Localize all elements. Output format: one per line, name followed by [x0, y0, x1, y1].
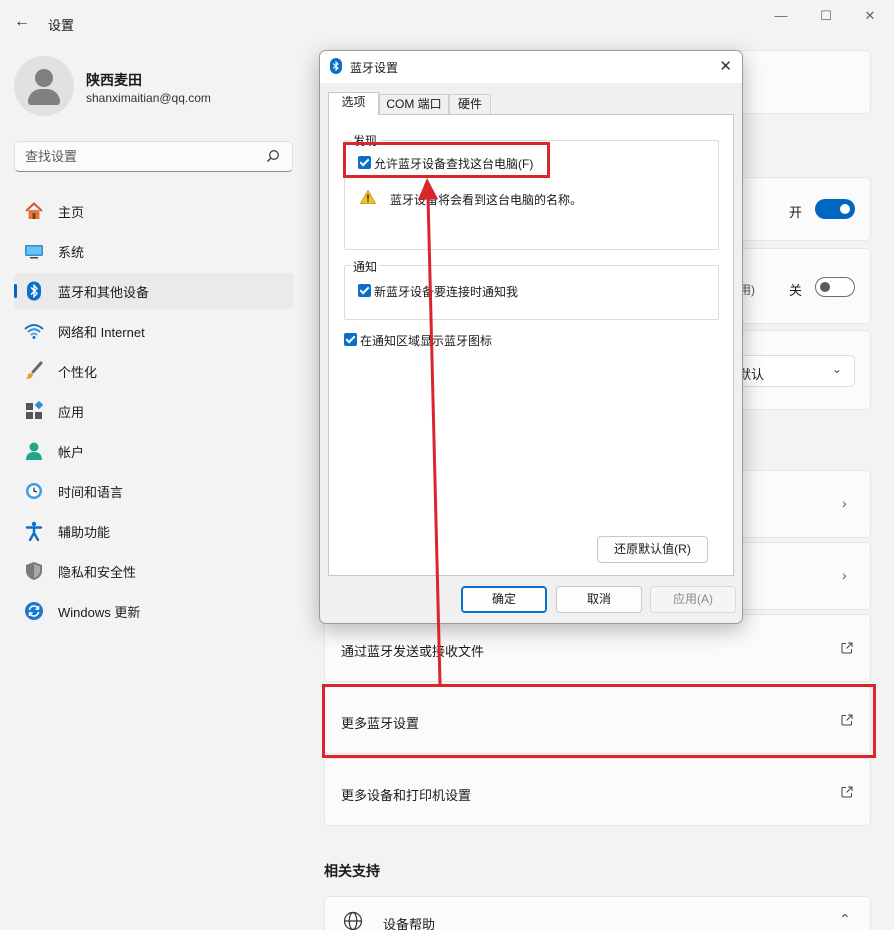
more-devices-printers-row[interactable]: 更多设备和打印机设置 [324, 758, 871, 826]
bluetooth-settings-dialog: 蓝牙设置 ✕ 选项 COM 端口 硬件 发现 允许蓝牙设备查找这台电脑(F) 蓝… [319, 50, 743, 624]
sidebar-item-label: 系统 [58, 244, 85, 260]
related-support-heading: 相关支持 [324, 863, 380, 879]
more-devices-printers-label: 更多设备和打印机设置 [341, 788, 472, 803]
account-icon [26, 442, 42, 460]
sidebar-item-system[interactable]: 系统 [14, 233, 294, 269]
highlight-allow-discovery [343, 142, 550, 178]
show-tray-icon-label[interactable]: 在通知区域显示蓝牙图标 [360, 332, 492, 349]
warning-icon [360, 190, 376, 204]
close-icon[interactable]: ✕ [719, 57, 732, 75]
search-input[interactable] [25, 149, 255, 164]
minimize-icon[interactable]: — [769, 6, 793, 26]
sidebar-item-label: 蓝牙和其他设备 [58, 284, 150, 300]
show-tray-icon-checkbox[interactable] [344, 333, 357, 346]
sidebar-item-apps[interactable]: 应用 [14, 393, 294, 429]
discovery-warning-text: 蓝牙设备将会看到这台电脑的名称。 [390, 193, 583, 207]
sidebar-item-privacy[interactable]: 隐私和安全性 [14, 553, 294, 589]
dialog-title-bar: 蓝牙设置 ✕ [320, 51, 742, 83]
chevron-down-icon: ⌄ [831, 362, 842, 376]
second-toggle-label: 关 [789, 283, 803, 298]
globe-icon [343, 911, 363, 930]
title-bar: ← 设置 — ☐ ✕ [0, 0, 894, 46]
bluetooth-icon [330, 58, 342, 74]
brush-icon [26, 361, 43, 379]
dialog-title: 蓝牙设置 [350, 61, 399, 75]
search-box[interactable] [14, 141, 293, 172]
system-icon [25, 245, 43, 259]
sidebar-item-personalization[interactable]: 个性化 [14, 353, 294, 389]
sidebar-item-label: 网络和 Internet [58, 324, 145, 340]
sidebar-item-network[interactable]: 网络和 Internet [14, 313, 294, 349]
sidebar-item-label: 主页 [58, 204, 85, 220]
external-link-icon [841, 642, 853, 654]
sidebar-item-label: 隐私和安全性 [58, 564, 137, 580]
maximize-icon[interactable]: ☐ [814, 6, 838, 26]
accessibility-icon [25, 521, 43, 541]
sidebar-item-label: 时间和语言 [58, 484, 124, 500]
tab-com-ports[interactable]: COM 端口 [379, 94, 449, 114]
user-email: shanximaitian@qq.com [86, 91, 211, 105]
apps-icon [26, 401, 44, 419]
device-help-label: 设备帮助 [383, 917, 436, 930]
ok-button[interactable]: 确定 [461, 586, 547, 613]
sidebar-item-home[interactable]: 主页 [14, 193, 294, 229]
wifi-icon [24, 324, 44, 339]
sidebar-item-label: 辅助功能 [58, 524, 111, 540]
shield-icon [26, 562, 42, 580]
apply-button[interactable]: 应用(A) [650, 586, 736, 613]
sidebar-item-time-language[interactable]: 时间和语言 [14, 473, 294, 509]
sidebar-item-bluetooth[interactable]: 蓝牙和其他设备 [14, 273, 294, 309]
sidebar-item-windows-update[interactable]: Windows 更新 [14, 593, 294, 629]
chevron-right-icon: › [842, 567, 847, 583]
back-arrow-icon[interactable]: ← [12, 12, 32, 32]
update-icon [25, 602, 43, 620]
notify-new-device-label[interactable]: 新蓝牙设备要连接时通知我 [374, 283, 518, 300]
cancel-button[interactable]: 取消 [556, 586, 642, 613]
chevron-right-icon: › [842, 495, 847, 511]
sidebar-item-accounts[interactable]: 帐户 [14, 433, 294, 469]
options-tab-panel: 发现 允许蓝牙设备查找这台电脑(F) 蓝牙设备将会看到这台电脑的名称。 通知 新… [328, 114, 734, 576]
bluetooth-icon [27, 281, 41, 301]
tab-hardware[interactable]: 硬件 [449, 94, 491, 114]
send-receive-files-row[interactable]: 通过蓝牙发送或接收文件 [324, 614, 871, 682]
sidebar-item-label: 应用 [58, 404, 85, 420]
sidebar-item-label: Windows 更新 [58, 604, 141, 620]
external-link-icon [841, 786, 853, 798]
second-toggle[interactable] [815, 277, 855, 297]
device-help-row[interactable]: 设备帮助 ⌃ [324, 896, 871, 930]
sidebar-nav: 主页 系统 蓝牙和其他设备 网络和 Internet 个性化 应用 帐户 时间和… [14, 193, 294, 633]
close-icon[interactable]: ✕ [858, 6, 882, 26]
chevron-up-icon[interactable]: ⌃ [839, 911, 851, 928]
bluetooth-toggle-label: 开 [789, 205, 803, 220]
tab-options[interactable]: 选项 [328, 92, 379, 115]
search-icon[interactable] [266, 149, 280, 163]
home-icon [25, 202, 43, 219]
avatar[interactable] [14, 56, 74, 116]
restore-defaults-button[interactable]: 还原默认值(R) [597, 536, 708, 563]
user-name: 陕西麦田 [86, 72, 142, 88]
highlight-more-bluetooth [322, 684, 876, 758]
send-receive-files-label: 通过蓝牙发送或接收文件 [341, 644, 485, 659]
sidebar-item-label: 帐户 [58, 444, 85, 460]
notification-group-label: 通知 [351, 258, 380, 275]
app-title: 设置 [48, 18, 75, 33]
sidebar-item-accessibility[interactable]: 辅助功能 [14, 513, 294, 549]
clock-globe-icon [26, 483, 42, 499]
notify-new-device-checkbox[interactable] [358, 284, 371, 297]
sidebar-item-label: 个性化 [58, 364, 98, 380]
bluetooth-toggle[interactable] [815, 199, 855, 219]
